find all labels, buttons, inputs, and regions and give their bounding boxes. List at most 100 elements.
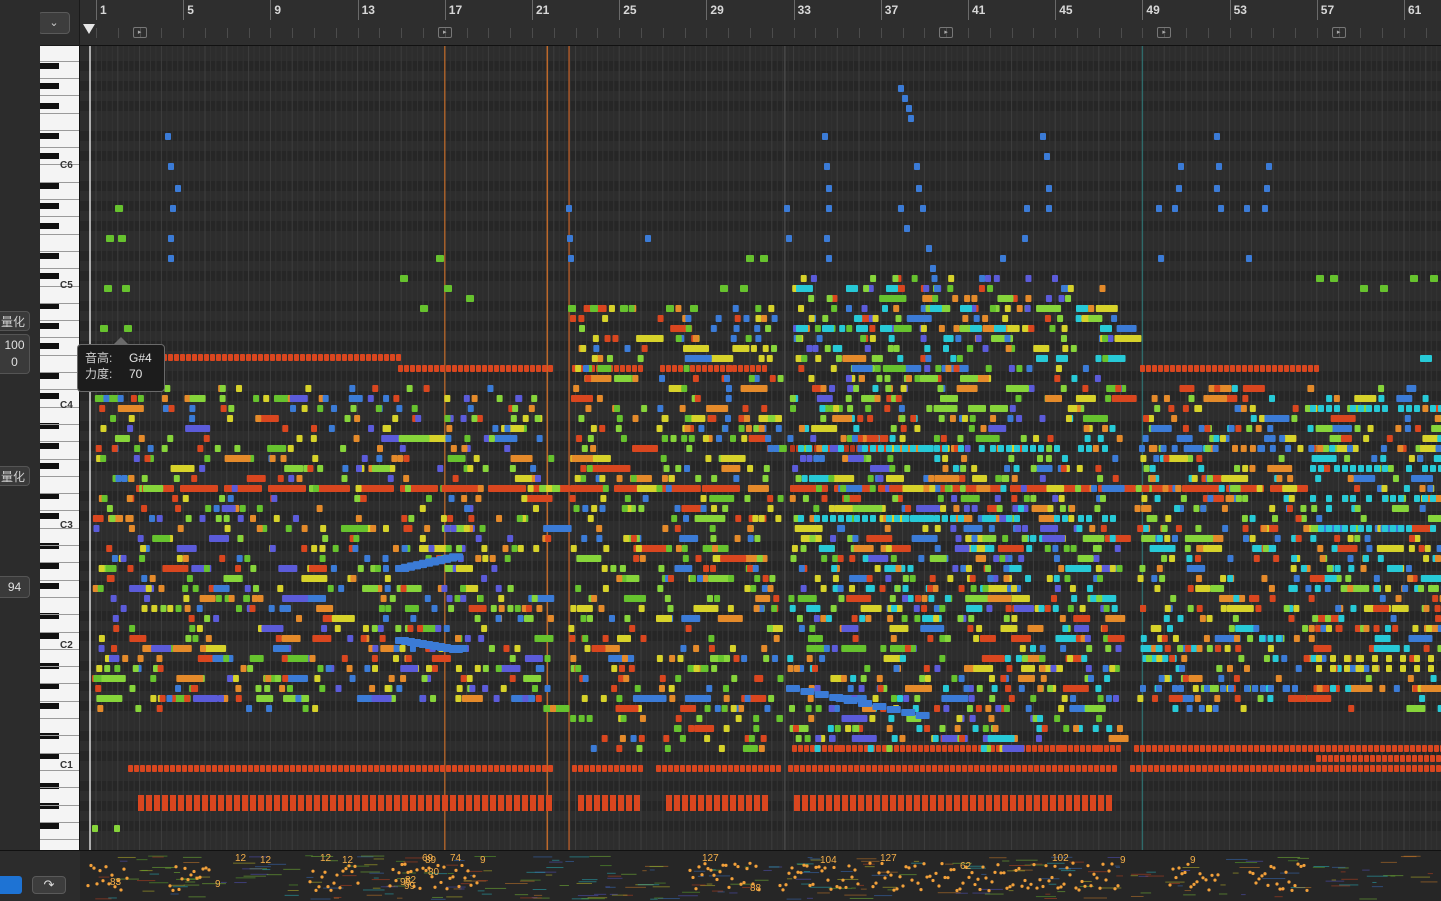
midi-note[interactable] [361, 455, 368, 462]
midi-note[interactable] [760, 735, 767, 742]
midi-note[interactable] [1234, 405, 1241, 412]
midi-note[interactable] [401, 545, 408, 552]
midi-note[interactable] [470, 365, 475, 372]
midi-note[interactable] [693, 645, 700, 652]
midi-note[interactable] [732, 345, 750, 352]
midi-note[interactable] [134, 765, 139, 772]
midi-note[interactable] [878, 445, 884, 452]
midi-note[interactable] [1196, 455, 1203, 462]
midi-note[interactable] [368, 765, 373, 772]
midi-note[interactable] [391, 455, 398, 462]
midi-note[interactable] [1373, 585, 1380, 592]
midi-note[interactable] [962, 765, 967, 772]
midi-note[interactable] [787, 665, 794, 672]
midi-note[interactable] [1397, 445, 1404, 452]
midi-note[interactable] [1292, 765, 1297, 772]
midi-note[interactable] [1198, 425, 1205, 432]
midi-note[interactable] [620, 305, 628, 312]
midi-note[interactable] [1152, 745, 1157, 752]
midi-note[interactable] [693, 665, 700, 672]
midi-note[interactable] [682, 795, 688, 811]
midi-note[interactable] [410, 365, 415, 372]
midi-note[interactable] [243, 595, 250, 602]
midi-note[interactable] [847, 385, 854, 392]
midi-note[interactable] [668, 765, 673, 772]
midi-note[interactable] [639, 555, 646, 562]
midi-note[interactable] [806, 445, 812, 452]
midi-note[interactable] [620, 435, 627, 442]
midi-note[interactable] [1075, 485, 1082, 492]
midi-note[interactable] [289, 395, 308, 402]
midi-note[interactable] [698, 425, 705, 432]
midi-note[interactable] [929, 555, 947, 562]
midi-note[interactable] [1182, 365, 1187, 372]
midi-note[interactable] [1364, 535, 1371, 542]
midi-note[interactable] [228, 405, 235, 412]
midi-note[interactable] [100, 425, 107, 432]
midi-note[interactable] [378, 795, 384, 811]
midi-note[interactable] [1330, 275, 1338, 282]
midi-note[interactable] [656, 765, 661, 772]
midi-note[interactable] [164, 385, 171, 392]
midi-note[interactable] [1073, 725, 1080, 732]
midi-note[interactable] [1326, 745, 1331, 752]
midi-note[interactable] [189, 625, 196, 632]
midi-note[interactable] [832, 575, 839, 582]
midi-note[interactable] [928, 595, 935, 602]
midi-note[interactable] [1419, 485, 1426, 492]
midi-note[interactable] [811, 425, 838, 432]
midi-note[interactable] [1300, 565, 1307, 572]
midi-note[interactable] [1376, 755, 1381, 762]
midi-note[interactable] [380, 595, 387, 602]
midi-note[interactable] [1330, 655, 1336, 662]
midi-note[interactable] [1112, 475, 1119, 482]
midi-note[interactable] [1030, 645, 1037, 652]
midi-note[interactable] [1407, 675, 1414, 682]
midi-note[interactable] [1358, 465, 1364, 472]
midi-note[interactable] [1137, 695, 1144, 702]
midi-note[interactable] [164, 765, 169, 772]
midi-note[interactable] [905, 505, 912, 512]
midi-note[interactable] [288, 354, 293, 361]
midi-note[interactable] [364, 555, 371, 562]
midi-note[interactable] [1187, 585, 1194, 592]
midi-note[interactable] [1018, 685, 1025, 692]
midi-note[interactable] [826, 295, 833, 302]
midi-note[interactable] [95, 685, 102, 692]
midi-note[interactable] [1337, 415, 1344, 422]
midi-note[interactable] [235, 605, 242, 612]
midi-note[interactable] [273, 515, 280, 522]
midi-note[interactable] [278, 565, 298, 572]
midi-note[interactable] [466, 675, 473, 682]
midi-note[interactable] [1412, 765, 1417, 772]
midi-note[interactable] [417, 625, 424, 632]
midi-note[interactable] [599, 475, 606, 482]
midi-note[interactable] [1250, 765, 1255, 772]
midi-note[interactable] [1219, 595, 1246, 602]
midi-note[interactable] [1203, 395, 1210, 402]
midi-note[interactable] [657, 585, 664, 592]
midi-note[interactable] [219, 555, 226, 562]
midi-note[interactable] [488, 435, 495, 442]
midi-note[interactable] [1376, 765, 1381, 772]
midi-note[interactable] [959, 735, 966, 742]
midi-note[interactable] [834, 505, 853, 512]
black-key[interactable] [40, 153, 59, 159]
midi-note[interactable] [514, 645, 521, 652]
midi-note[interactable] [400, 665, 419, 672]
midi-note[interactable] [925, 355, 932, 362]
midi-note[interactable] [175, 685, 182, 692]
midi-note[interactable] [1417, 455, 1424, 462]
midi-note[interactable] [745, 335, 752, 342]
midi-note[interactable] [753, 425, 760, 432]
midi-note[interactable] [755, 305, 762, 312]
midi-note[interactable] [500, 765, 505, 772]
midi-note[interactable] [815, 355, 822, 362]
midi-note[interactable] [573, 385, 580, 392]
midi-note[interactable] [503, 645, 510, 652]
midi-note[interactable] [953, 505, 960, 512]
midi-note[interactable] [820, 415, 827, 422]
midi-note[interactable] [755, 315, 762, 322]
midi-note[interactable] [696, 365, 701, 372]
midi-note[interactable] [213, 505, 220, 512]
